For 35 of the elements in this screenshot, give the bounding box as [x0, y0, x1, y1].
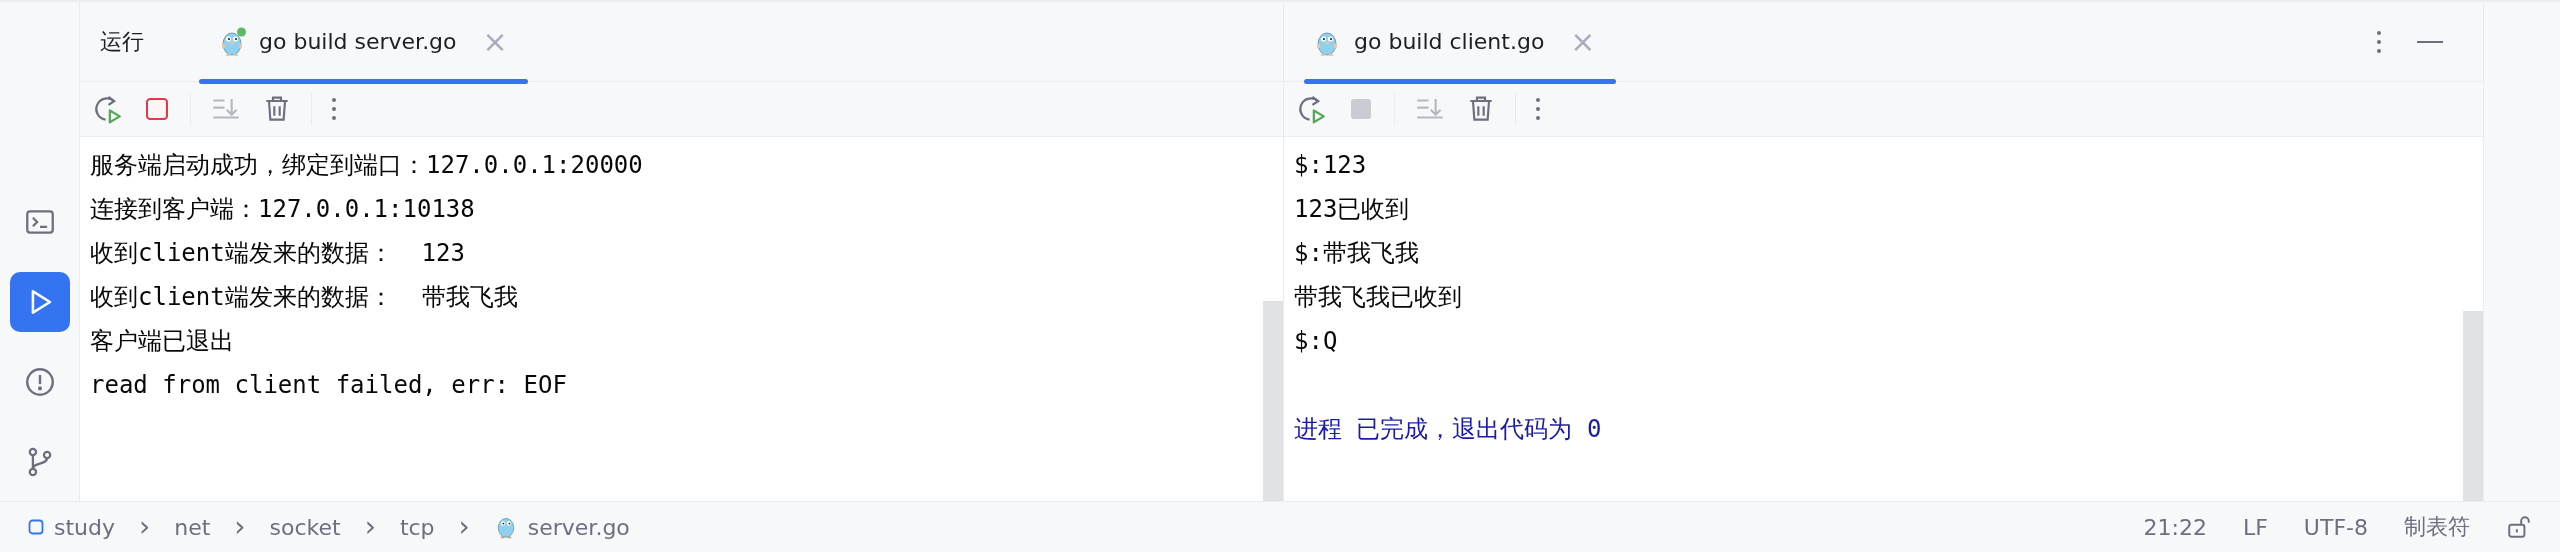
breadcrumb-item[interactable]: tcp: [399, 514, 435, 540]
exit-message: 进程 已完成，退出代码为 0: [1294, 414, 1602, 445]
console-line: 收到client端发来的数据： 123: [90, 238, 465, 269]
more-icon[interactable]: [330, 95, 338, 123]
console-line: 123已收到: [1294, 194, 1410, 225]
console-line: $:123: [1294, 150, 1367, 181]
breadcrumb-item[interactable]: server.go: [527, 514, 630, 540]
console-line: 收到client端发来的数据： 带我飞我: [90, 282, 518, 313]
module-icon: [28, 519, 44, 535]
breadcrumb-separator: ›: [234, 513, 246, 541]
more-icon[interactable]: [1534, 95, 1542, 123]
panel-title: 运行: [100, 27, 144, 56]
console-line: read from client failed, err: EOF: [90, 370, 567, 401]
indent-setting[interactable]: 制表符: [2404, 512, 2470, 542]
breadcrumb-item[interactable]: net: [174, 514, 211, 540]
run-tool-button[interactable]: [9, 272, 70, 332]
breadcrumb-item[interactable]: socket: [269, 514, 341, 540]
breadcrumb-separator: ›: [458, 513, 470, 541]
scrollbar-thumb[interactable]: [2463, 311, 2483, 501]
line-ending[interactable]: LF: [2242, 514, 2268, 540]
console-line: 客户端已退出: [90, 326, 234, 357]
breadcrumb-separator: ›: [139, 513, 151, 541]
console-line: $:带我飞我: [1294, 238, 1419, 269]
cursor-position[interactable]: 21:22: [2143, 514, 2207, 540]
run-tab[interactable]: go build client.go ×: [1304, 1, 1616, 82]
breadcrumb-separator: ›: [364, 513, 376, 541]
file-encoding[interactable]: UTF-8: [2303, 514, 2368, 540]
console-line: 连接到客户端：127.0.0.1:10138: [90, 194, 475, 225]
console-line: 服务端启动成功，绑定到端口：127.0.0.1:20000: [90, 150, 643, 181]
run-tab[interactable]: go build server.go ×: [199, 1, 528, 82]
unlocked-icon[interactable]: [2506, 514, 2532, 540]
breadcrumb-item[interactable]: study: [54, 514, 115, 540]
console-line: 带我飞我已收到: [1294, 282, 1462, 313]
scrollbar-thumb[interactable]: [1263, 301, 1283, 501]
console-line: $:Q: [1294, 326, 1338, 357]
